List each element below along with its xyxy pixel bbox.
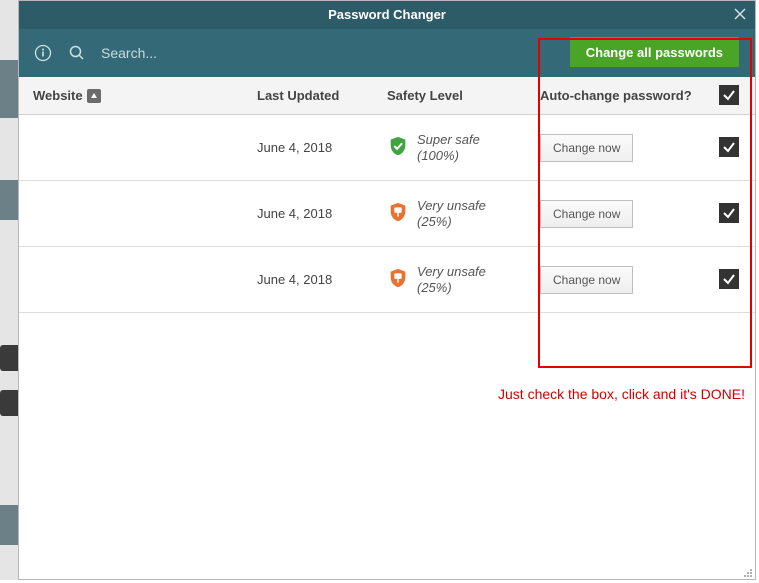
cell-action: Change now [537, 266, 697, 294]
sort-indicator-icon [87, 89, 101, 103]
header-safety-level[interactable]: Safety Level [387, 88, 537, 103]
toolbar: Change all passwords [19, 29, 755, 77]
window-title: Password Changer [19, 1, 755, 29]
cell-last-updated: June 4, 2018 [257, 272, 387, 287]
table-row: June 4, 2018 Very unsafe(25%) Change now [19, 181, 755, 247]
header-last-updated[interactable]: Last Updated [257, 88, 387, 103]
cell-action: Change now [537, 200, 697, 228]
table-row: June 4, 2018 Very unsafe(25%) Change now [19, 247, 755, 313]
resize-grip-icon[interactable] [741, 565, 753, 577]
table-header-row: Website Last Updated Safety Level Auto-c… [19, 77, 755, 115]
header-auto-change[interactable]: Auto-change password? [537, 88, 697, 103]
shield-icon [387, 267, 417, 292]
select-all-checkbox[interactable] [719, 85, 739, 105]
row-checkbox[interactable] [719, 203, 739, 223]
info-icon[interactable] [33, 43, 53, 63]
background-sidebar-sliver [0, 0, 18, 580]
cell-last-updated: June 4, 2018 [257, 206, 387, 221]
shield-icon [387, 201, 417, 226]
change-now-button[interactable]: Change now [540, 200, 633, 228]
header-website[interactable]: Website [19, 88, 257, 103]
search-input[interactable] [101, 45, 301, 61]
password-changer-window: Password Changer Change all passwords We… [18, 0, 756, 580]
cell-safety: Super safe(100%) [387, 132, 537, 163]
search-icon[interactable] [67, 43, 87, 63]
table-body: June 4, 2018Super safe(100%)Change nowJu… [19, 115, 755, 313]
titlebar: Password Changer [19, 1, 755, 29]
safety-text: Super safe(100%) [417, 132, 480, 163]
cell-last-updated: June 4, 2018 [257, 140, 387, 155]
change-now-button[interactable]: Change now [540, 134, 633, 162]
table-row: June 4, 2018 Super safe(100%) Change now [19, 115, 755, 181]
annotation-callout-text: Just check the box, click and it's DONE! [498, 386, 745, 402]
change-now-button[interactable]: Change now [540, 266, 633, 294]
shield-icon [387, 135, 417, 160]
header-website-label: Website [33, 88, 83, 103]
cell-action: Change now [537, 134, 697, 162]
close-icon[interactable] [731, 5, 749, 23]
row-checkbox[interactable] [719, 269, 739, 289]
cell-safety: Very unsafe(25%) [387, 198, 537, 229]
cell-safety: Very unsafe(25%) [387, 264, 537, 295]
row-checkbox[interactable] [719, 137, 739, 157]
change-all-passwords-button[interactable]: Change all passwords [570, 37, 739, 67]
safety-text: Very unsafe(25%) [417, 198, 486, 229]
safety-text: Very unsafe(25%) [417, 264, 486, 295]
